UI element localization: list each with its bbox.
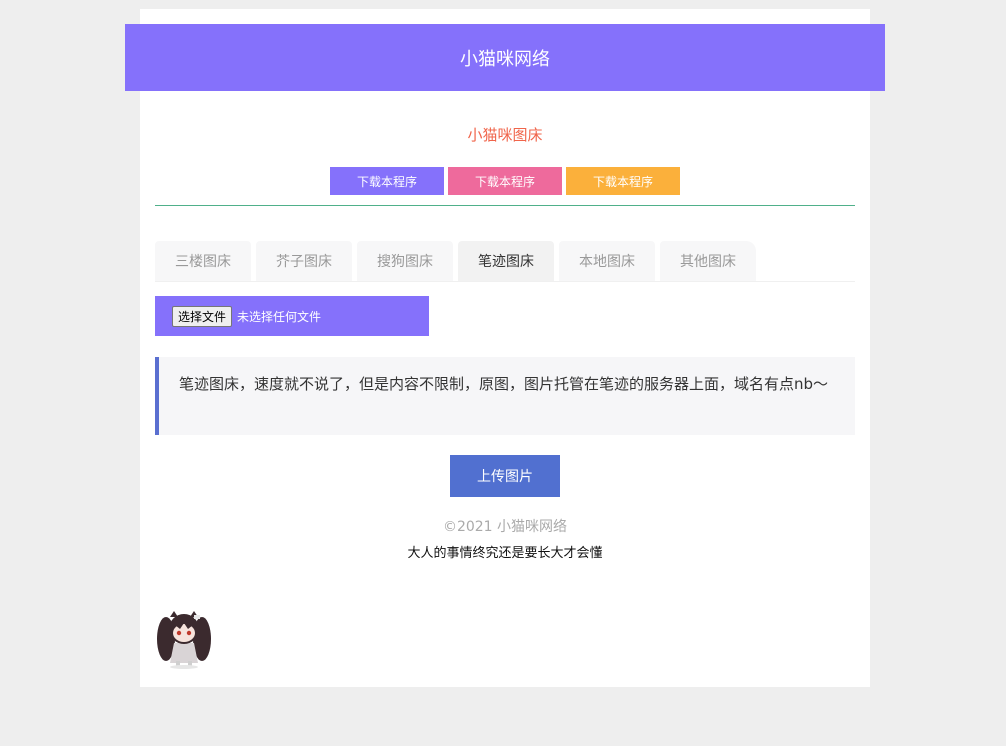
- upload-button[interactable]: 上传图片: [450, 455, 560, 497]
- file-status: 未选择任何文件: [237, 309, 322, 324]
- choose-file-button[interactable]: 选择文件: [172, 305, 233, 327]
- anime-girl-mascot-icon: [157, 611, 211, 669]
- host-tabs: 三楼图床 芥子图床 搜狗图床 笔迹图床 本地图床 其他图床: [155, 241, 855, 282]
- site-title: 小猫咪网络: [460, 48, 550, 70]
- site-header: 小猫咪网络: [125, 24, 885, 91]
- tab-sougou[interactable]: 搜狗图床: [357, 241, 453, 281]
- host-notice: 笔迹图床，速度就不说了，但是内容不限制，原图，图片托管在笔迹的服务器上面，域名有…: [155, 357, 855, 435]
- tab-jiezi[interactable]: 芥子图床: [256, 241, 352, 281]
- file-input-box: 选择文件 未选择任何文件: [155, 296, 429, 336]
- tab-biji[interactable]: 笔迹图床: [458, 241, 554, 281]
- motto-text: 大人的事情终究还是要长大才会懂: [407, 546, 603, 561]
- download-button-3[interactable]: 下载本程序: [566, 167, 680, 195]
- tab-sanlou[interactable]: 三楼图床: [155, 241, 251, 281]
- tab-local[interactable]: 本地图床: [559, 241, 655, 281]
- divider: [155, 205, 855, 206]
- download-buttons: 下载本程序 下载本程序 下载本程序: [330, 167, 680, 195]
- download-button-1[interactable]: 下载本程序: [330, 167, 444, 195]
- copyright-text: ©2021 小猫咪网络: [442, 519, 568, 535]
- page-subtitle: 小猫咪图床: [467, 126, 543, 144]
- tab-other[interactable]: 其他图床: [660, 241, 756, 281]
- main-card: [140, 9, 870, 687]
- download-button-2[interactable]: 下载本程序: [448, 167, 562, 195]
